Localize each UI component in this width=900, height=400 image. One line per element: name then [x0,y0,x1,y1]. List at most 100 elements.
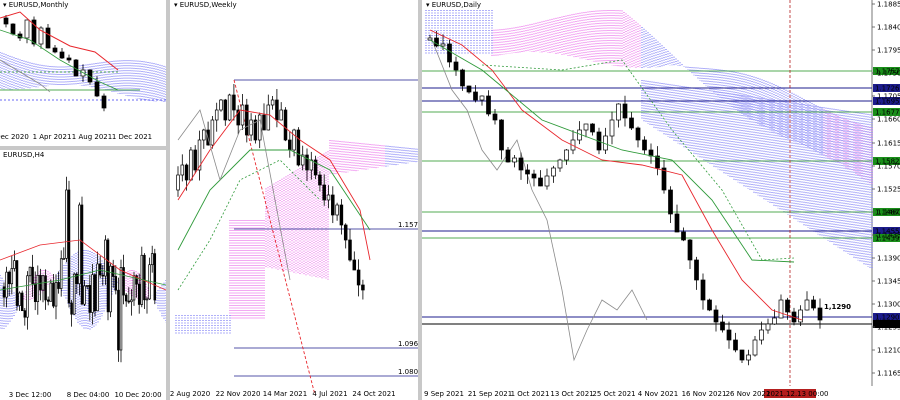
weekly-candle [361,284,365,291]
daily-candle [778,299,784,319]
h4-candle [7,271,11,285]
weekly-level-label: 1.0960 [398,340,418,348]
h4-candle [93,274,97,312]
weekly-x-label: 2 Aug 2020 [170,390,210,398]
weekly-candle [193,149,197,171]
daily-candle [538,177,543,187]
weekly-candle [219,99,223,111]
daily-x-label: 9 Sep 2021 [424,390,464,398]
h4-x-label: 3 Dec 12:00 [9,391,52,399]
daily-price-tick-label: 1.1435 [877,232,900,240]
h4-candle [132,275,136,301]
daily-candle [616,103,621,121]
daily-candle [681,231,686,241]
daily-candle [772,317,777,325]
daily-candle [694,259,699,281]
weekly-candle [318,174,322,186]
daily-candle [668,189,673,215]
monthly-x-label: 1 Apr 2021 [33,133,72,141]
h4-candle [85,285,89,287]
daily-price-tick-label: 1.1840 [877,24,900,32]
daily-candle [564,149,569,161]
daily-candle [739,349,745,361]
weekly-x-label: 4 Jul 2021 [312,390,347,398]
daily-candle [811,299,816,309]
daily-chart-panel[interactable]: 1.1757 1.1726 1.1695 1.1677 1.1582 1.1487 1.14… [422,0,900,400]
daily-candle [473,91,478,101]
monthly-x-label: 1 Aug 2021 [72,133,112,141]
daily-x-label: 16 Nov 2021 [682,390,727,398]
monthly-candle [3,17,9,25]
weekly-candle [335,204,339,216]
h4-candle [15,260,19,306]
daily-candle [609,119,615,137]
daily-candle [479,95,485,101]
h4-candle [54,282,58,307]
h4-candle [119,267,123,351]
daily-x-label: 4 Nov 2021 [638,390,678,398]
weekly-candle [288,139,292,151]
weekly-x-label: 24 Oct 2021 [352,390,395,398]
h4-x-label: 10 Dec 20:00 [114,391,161,399]
weekly-candle [356,269,361,286]
daily-candle [486,95,491,115]
daily-candle [733,339,738,351]
daily-candle [466,85,472,93]
weekly-chart-canvas: 1.1577 1.0960 1.0806 2 Aug 2020 22 Nov 20201… [170,79,418,398]
daily-candle [804,299,810,311]
daily-price-tick-label: 1.1210 [877,347,900,355]
daily-price-tick-label: 1.1885 [877,1,900,9]
monthly-chart-canvas: Dec 2020 1 Apr 20211 Aug 20211 Dec 2021 [0,11,166,141]
daily-x-label: 13 Oct 2021 [550,390,593,398]
collapse-icon[interactable]: ▾ [174,1,178,9]
monthly-chart-panel[interactable]: Dec 2020 1 Apr 20211 Aug 20211 Dec 2021 ▾… [0,0,166,146]
h4-candle [44,275,47,301]
h4-chart-panel[interactable]: 3 Dec 12:00 8 Dec 04:00 10 Dec 20:00 EURUS… [0,150,166,400]
h4-candle [98,263,102,276]
weekly-candle [352,259,357,271]
h4-candle [62,258,66,260]
daily-x-label: 1 Oct 2021 [511,390,550,398]
h4-candle [145,298,149,301]
h4-candle [104,239,107,277]
h4-candle [124,294,128,302]
daily-candle [674,213,680,233]
h4-candle [49,282,53,302]
monthly-candle [10,23,16,35]
daily-candle [492,113,498,121]
daily-candle [642,139,647,151]
weekly-candle [283,109,288,141]
monthly-kijun-line [0,29,119,91]
daily-price-tick-label: 1.1570 [877,163,900,171]
monthly-candle [66,57,72,61]
h4-candle [130,299,133,303]
daily-candle [629,117,634,129]
h4-candle [83,285,86,305]
h4-candle [13,260,16,269]
daily-price-tick-label: 1.1615 [877,140,900,148]
daily-kijun-line [429,39,795,263]
collapse-icon[interactable]: ▾ [426,1,430,9]
daily-chart-canvas: 1.17571.17261.16951.16771.15821.14871.14… [422,0,900,400]
h4-candle [127,300,131,303]
daily-time-tag-label: 2021.12.13 00:00 [766,390,828,398]
weekly-level-label: 1.1577 [398,221,418,229]
daily-price-tick-label: 1.1795 [877,47,900,55]
daily-candle [531,173,537,179]
daily-candle [720,321,725,331]
h4-candle [65,189,68,259]
weekly-candle [266,104,271,131]
daily-candle [583,123,589,131]
monthly-candle [94,81,100,97]
daily-price-tick-label: 1.1390 [877,255,900,263]
weekly-candle [227,94,232,121]
weekly-chart-panel[interactable]: 1.1577 1.0960 1.0806 2 Aug 2020 22 Nov 20201… [170,0,418,400]
h4-candle [59,258,63,289]
daily-candle [499,119,504,151]
daily-price-tick-label: 1.1750 [877,70,900,78]
h4-chart-title: EURUSD,H4 [3,151,45,159]
daily-price-tick-label: 1.1480 [877,209,900,217]
collapse-icon[interactable]: ▾ [3,1,7,9]
weekly-candle [249,119,253,136]
h4-candle [111,265,115,277]
